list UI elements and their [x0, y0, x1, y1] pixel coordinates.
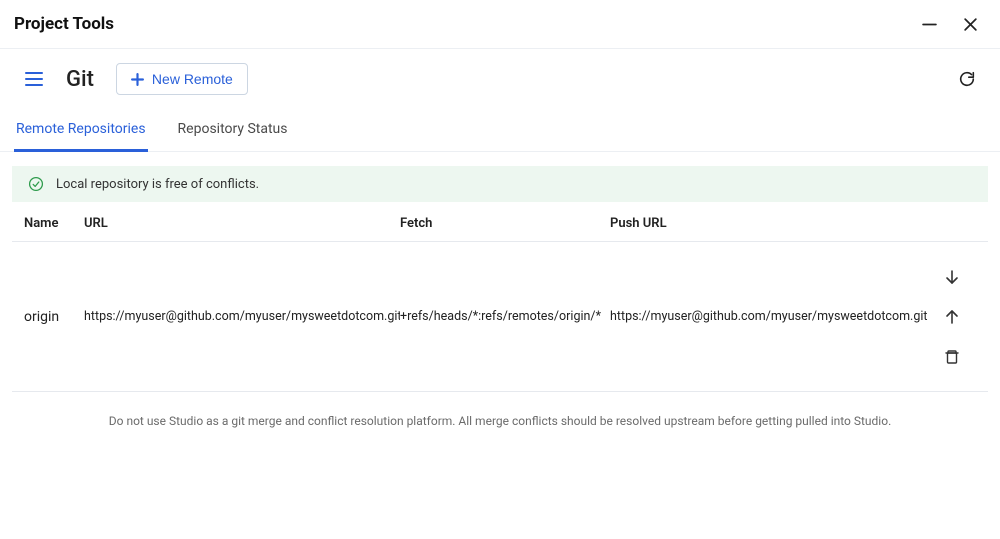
tab-bar: Remote Repositories Repository Status	[0, 109, 1000, 152]
window-titlebar: Project Tools	[0, 0, 1000, 49]
footer-note: Do not use Studio as a git merge and con…	[0, 392, 1000, 450]
close-icon	[963, 17, 978, 32]
col-header-fetch: Fetch	[400, 216, 610, 231]
page-heading: Git	[66, 67, 94, 92]
window-controls	[922, 17, 978, 32]
col-header-url: URL	[84, 216, 400, 231]
cell-push-url: https://myuser@github.com/myuser/mysweet…	[610, 309, 928, 324]
delete-remote-button[interactable]	[943, 348, 961, 366]
arrow-down-icon	[943, 268, 961, 286]
pull-button[interactable]	[943, 268, 961, 286]
row-actions	[928, 268, 976, 366]
remote-table: Name URL Fetch Push URL origin https://m…	[0, 202, 1000, 392]
col-header-name: Name	[24, 216, 84, 231]
hamburger-icon	[24, 71, 44, 87]
minimize-icon	[922, 17, 937, 32]
new-remote-button[interactable]: New Remote	[116, 63, 248, 95]
col-header-push-url: Push URL	[610, 216, 976, 231]
push-button[interactable]	[943, 308, 961, 326]
menu-button[interactable]	[24, 71, 44, 87]
tab-repository-status[interactable]: Repository Status	[176, 109, 290, 152]
check-circle-icon	[28, 176, 44, 192]
trash-icon	[943, 348, 961, 366]
cell-fetch: +refs/heads/*:refs/remotes/origin/*	[400, 309, 610, 324]
refresh-button[interactable]	[958, 70, 976, 88]
window-close-button[interactable]	[963, 17, 978, 32]
plus-icon	[131, 73, 144, 86]
table-row: origin https://myuser@github.com/myuser/…	[12, 242, 988, 392]
status-banner: Local repository is free of conflicts.	[12, 166, 988, 202]
status-banner-message: Local repository is free of conflicts.	[56, 177, 259, 192]
new-remote-label: New Remote	[152, 71, 233, 87]
cell-name: origin	[24, 309, 84, 325]
window-title: Project Tools	[14, 14, 114, 34]
cell-url: https://myuser@github.com/myuser/mysweet…	[84, 309, 400, 324]
toolbar: Git New Remote	[0, 49, 1000, 109]
table-header-row: Name URL Fetch Push URL	[12, 202, 988, 242]
tab-remote-repositories[interactable]: Remote Repositories	[14, 109, 148, 152]
arrow-up-icon	[943, 308, 961, 326]
refresh-icon	[958, 70, 976, 88]
window-minimize-button[interactable]	[922, 17, 937, 32]
